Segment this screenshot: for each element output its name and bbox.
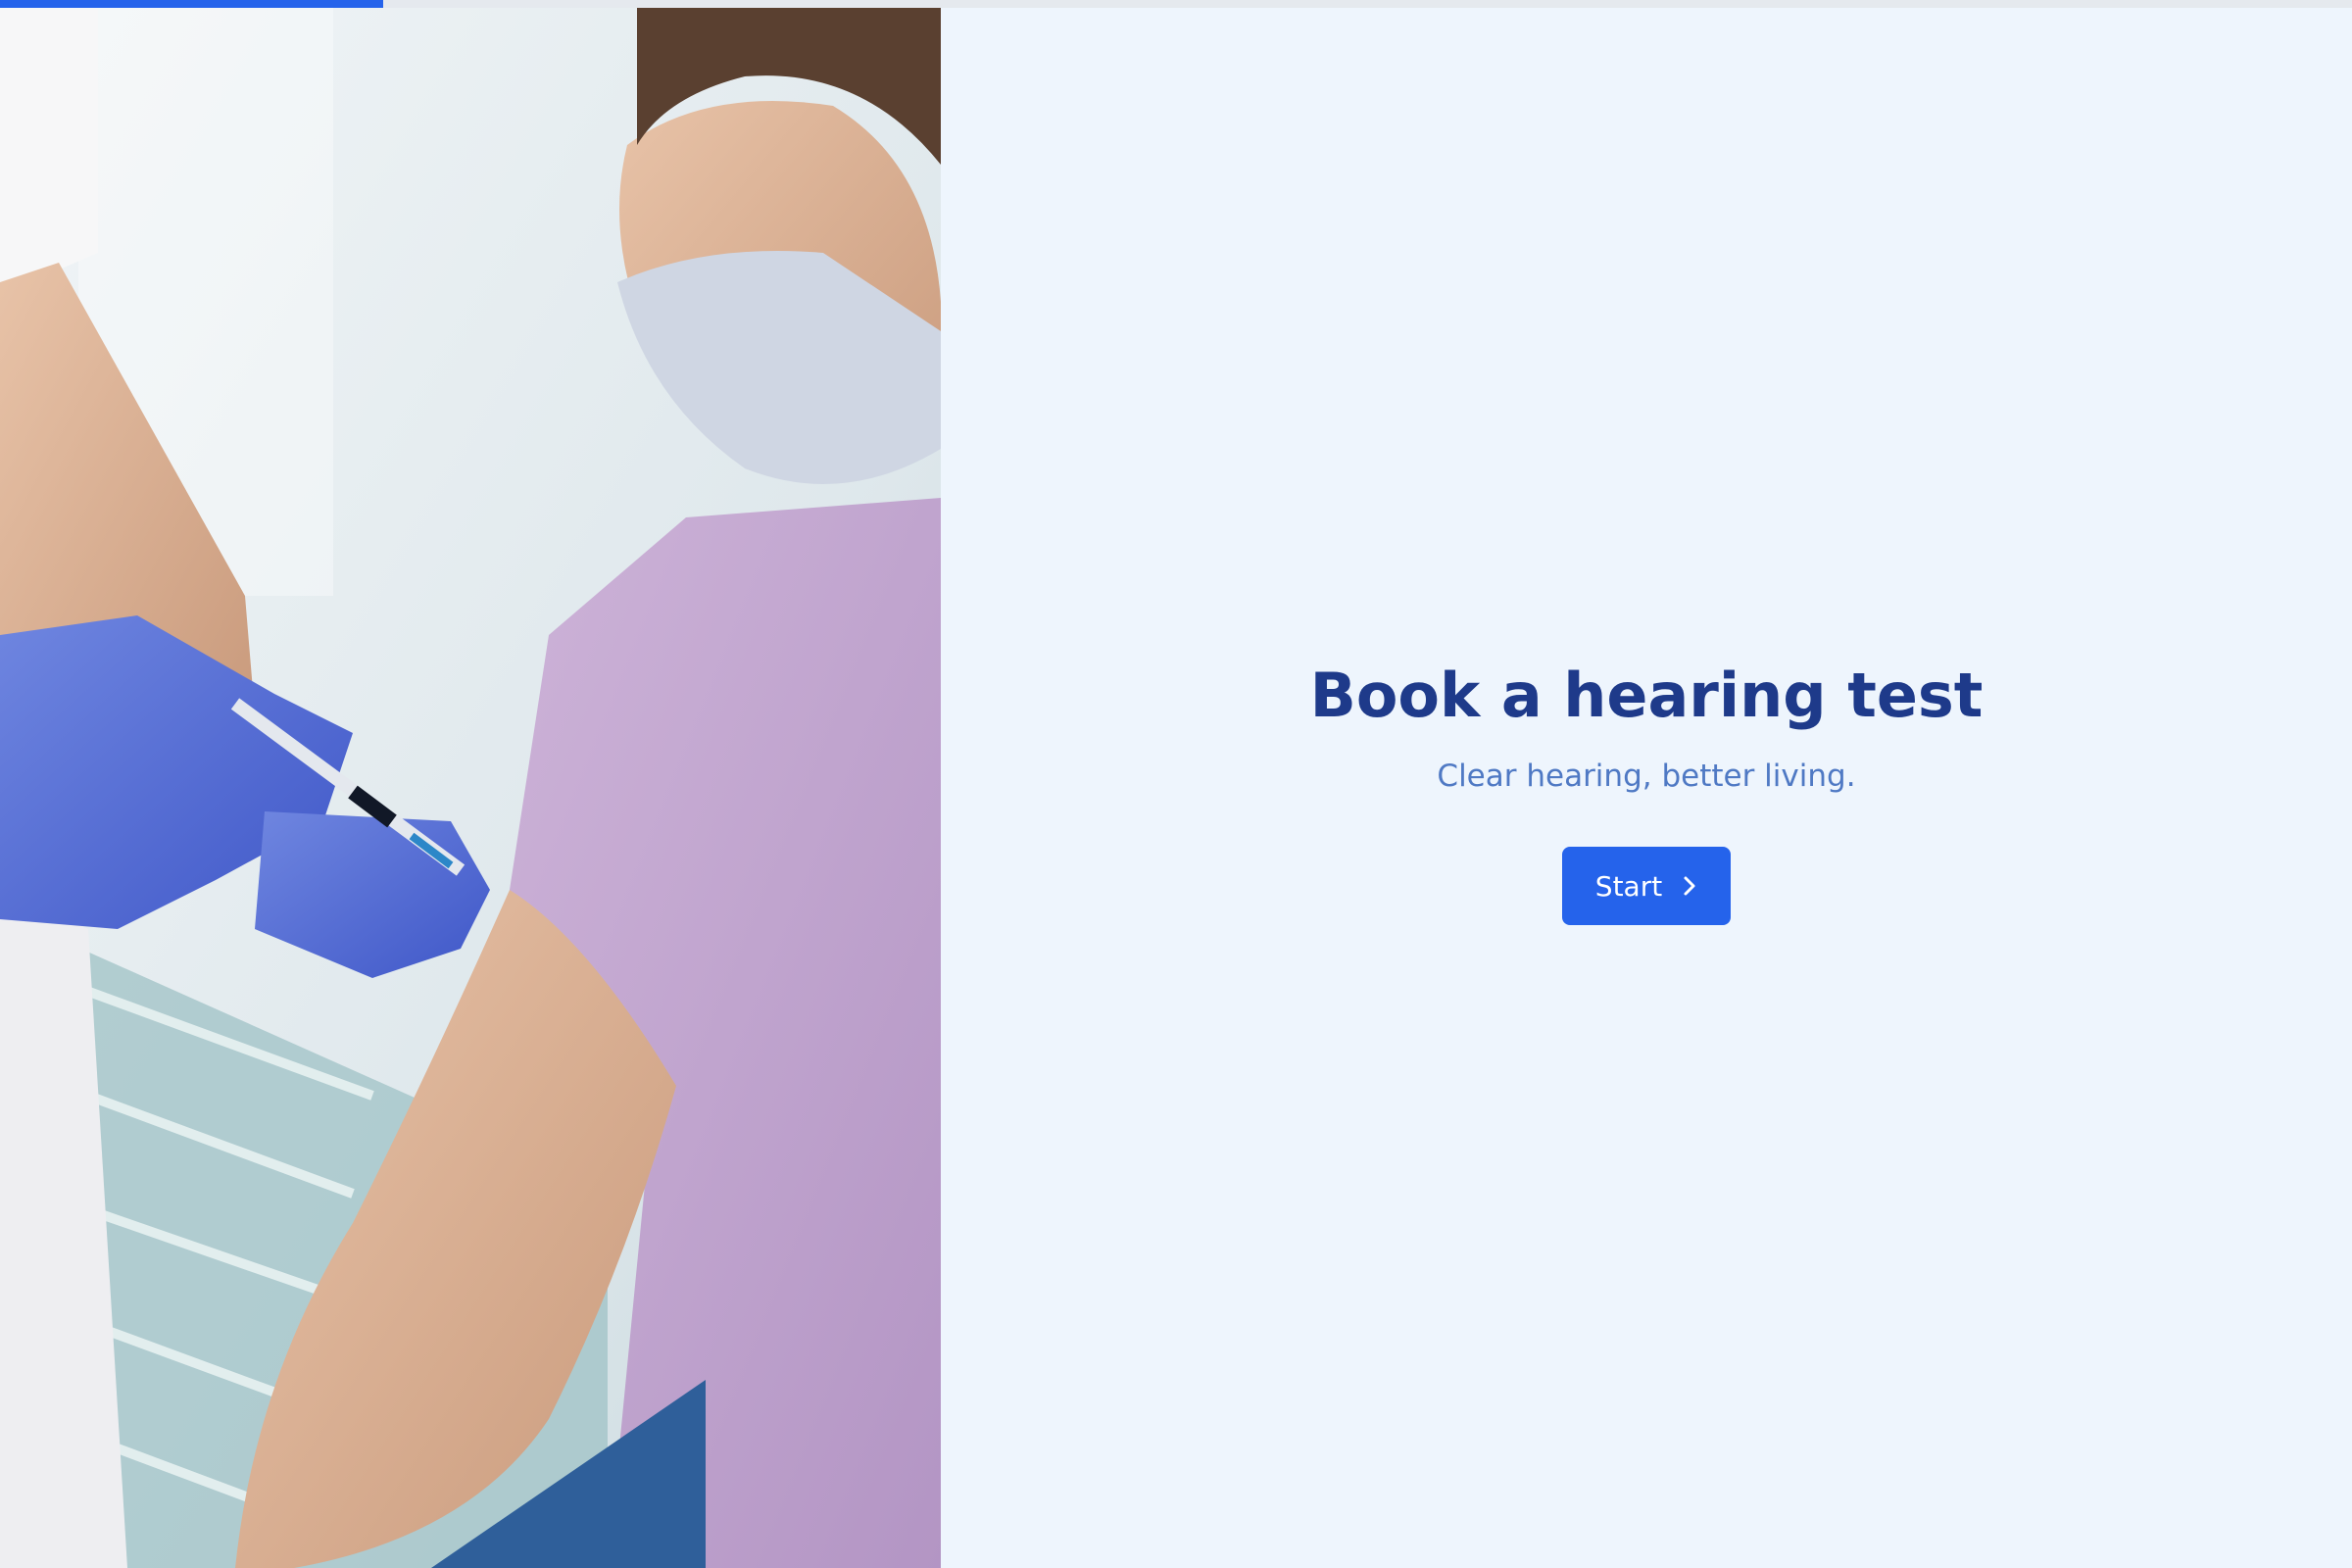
start-button-label: Start <box>1594 869 1663 903</box>
page-subtitle: Clear hearing, better living. <box>1437 759 1856 794</box>
page-title: Book a hearing test <box>1309 660 1984 731</box>
start-button[interactable]: Start <box>1562 847 1731 925</box>
intro-panel: Book a hearing test Clear hearing, bette… <box>941 8 2352 1568</box>
chevron-right-icon <box>1682 874 1697 898</box>
progress-bar-fill <box>0 0 384 8</box>
progress-bar <box>0 0 2352 8</box>
hero-photo <box>0 8 941 1568</box>
intro-content: Book a hearing test Clear hearing, bette… <box>941 655 2352 925</box>
vaccination-photo-icon <box>0 8 941 1568</box>
